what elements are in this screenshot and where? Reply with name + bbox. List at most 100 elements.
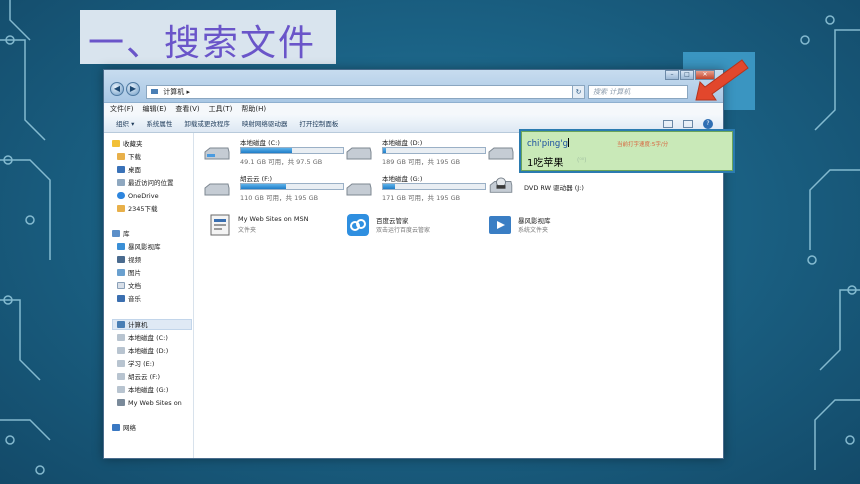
drive-icon — [117, 360, 125, 367]
menu-edit[interactable]: 编辑(E) — [143, 103, 167, 115]
nav-libraries[interactable]: 库 — [112, 229, 130, 240]
drive-icon — [117, 334, 125, 341]
nav-drive-d[interactable]: 本地磁盘 (D:) — [117, 346, 168, 357]
map-network-drive-button[interactable]: 映射网络驱动器 — [242, 115, 288, 132]
baidu-cloud-icon — [347, 214, 369, 236]
star-icon — [112, 140, 120, 147]
web-folder-icon — [117, 399, 125, 406]
address-bar[interactable]: 计算机 ▸ ▼ — [146, 85, 581, 99]
nav-onedrive[interactable]: OneDrive — [117, 191, 159, 202]
explorer-body: 收藏夹 下载 桌面 最近访问的位置 OneDrive 2345下载 库 暴风影视… — [104, 133, 723, 458]
dvd-drive-icon — [489, 177, 513, 193]
nav-pictures[interactable]: 图片 — [117, 268, 141, 279]
dvd-drive[interactable]: DVD RW 驱动器 (J:) — [488, 173, 628, 209]
baofeng-library-icon — [489, 216, 511, 234]
menu-tools[interactable]: 工具(T) — [209, 103, 233, 115]
baidu-cloud-entry[interactable]: 百度云管家 双击运行百度云管家 — [346, 213, 486, 241]
nav-2345-downloads[interactable]: 2345下载 — [117, 204, 158, 215]
navigation-pane: 收藏夹 下载 桌面 最近访问的位置 OneDrive 2345下载 库 暴风影视… — [104, 133, 194, 458]
entry-name: 暴风影视库 — [518, 217, 551, 225]
drive-f[interactable]: 胡云云 (F:) 110 GB 可用，共 195 GB — [204, 173, 344, 209]
title-bar: ◀ ▶ 计算机 ▸ ▼ ↻ 搜索 计算机 – □ ✕ — [104, 70, 723, 103]
organize-button[interactable]: 组织 ▾ — [116, 115, 134, 132]
menu-view[interactable]: 查看(V) — [175, 103, 199, 115]
folder-icon — [117, 153, 125, 160]
drive-usage-fill — [383, 184, 396, 189]
nav-recent-places[interactable]: 最近访问的位置 — [117, 178, 174, 189]
nav-drive-c[interactable]: 本地磁盘 (C:) — [117, 333, 168, 344]
baofeng-library-entry[interactable]: 暴风影视库 系统文件夹 — [488, 213, 628, 241]
content-pane: 本地磁盘 (C:) 49.1 GB 可用，共 97.5 GB 本地磁盘 (D:)… — [196, 133, 723, 458]
drive-usage-bar — [240, 147, 344, 154]
entry-name: My Web Sites on MSN — [238, 215, 309, 223]
desktop-icon — [117, 166, 125, 173]
menu-bar: 文件(F) 编辑(E) 查看(V) 工具(T) 帮助(H) — [104, 103, 723, 115]
network-icon — [112, 424, 120, 431]
drive-usage-fill — [241, 184, 286, 189]
ime-emoticon: (⁰⁰) — [577, 157, 587, 164]
drive-name: 本地磁盘 (G:) — [382, 175, 423, 183]
drive-usage-bar — [382, 183, 486, 190]
nav-drive-g[interactable]: 本地磁盘 (G:) — [117, 385, 168, 396]
nav-favorites[interactable]: 收藏夹 — [112, 139, 143, 150]
ime-composition: chi'ping'g — [527, 138, 570, 149]
my-web-sites-entry[interactable]: My Web Sites on MSN 文件夹 — [208, 213, 348, 241]
system-properties-button[interactable]: 系统属性 — [146, 115, 172, 132]
hard-drive-icon — [204, 147, 230, 160]
help-icon[interactable]: ? — [703, 119, 713, 129]
drive-g[interactable]: 本地磁盘 (G:) 171 GB 可用，共 195 GB — [346, 173, 486, 209]
cloud-icon — [117, 192, 125, 199]
open-control-panel-button[interactable]: 打开控制面板 — [299, 115, 338, 132]
nav-drive-f[interactable]: 胡云云 (F:) — [117, 372, 160, 383]
nav-drive-e[interactable]: 学习 (E:) — [117, 359, 154, 370]
drive-free-space: 171 GB 可用，共 195 GB — [382, 194, 461, 202]
music-icon — [117, 295, 125, 302]
recent-places-icon — [117, 179, 125, 186]
entry-subtitle: 系统文件夹 — [518, 227, 549, 234]
drive-free-space: 110 GB 可用，共 195 GB — [240, 194, 319, 202]
nav-baofeng-library[interactable]: 暴风影视库 — [117, 242, 161, 253]
preview-pane-icon[interactable] — [683, 120, 693, 128]
computer-icon — [151, 89, 158, 94]
nav-music[interactable]: 音乐 — [117, 294, 141, 305]
drive-icon — [117, 386, 125, 393]
search-input[interactable]: 搜索 计算机 — [588, 85, 688, 99]
ime-candidate-window: chi'ping'g 当前打字速度:5字/分 1吃苹果 (⁰⁰) — [521, 131, 733, 171]
text-caret — [568, 138, 570, 147]
slide-title-box: 一、搜索文件 — [80, 10, 336, 64]
forward-button[interactable]: ▶ — [126, 82, 140, 96]
uninstall-program-button[interactable]: 卸载或更改程序 — [184, 115, 230, 132]
nav-documents[interactable]: 文档 — [117, 281, 141, 292]
drive-free-space: 189 GB 可用，共 195 GB — [382, 158, 461, 166]
back-button[interactable]: ◀ — [110, 82, 124, 96]
entry-name: 百度云管家 — [376, 217, 409, 225]
red-arrow-icon — [695, 59, 749, 101]
drive-e-partial[interactable] — [488, 137, 518, 173]
nav-computer[interactable]: 计算机 — [112, 319, 192, 330]
ime-typing-speed: 当前打字速度:5字/分 — [617, 142, 669, 148]
nav-network[interactable]: 网络 — [112, 423, 136, 434]
drive-name: 本地磁盘 (C:) — [240, 139, 280, 147]
document-icon — [117, 282, 125, 289]
drive-usage-fill — [241, 148, 292, 153]
minimize-button[interactable]: – — [665, 70, 679, 80]
nav-downloads[interactable]: 下载 — [117, 152, 141, 163]
drive-free-space: 49.1 GB 可用，共 97.5 GB — [240, 158, 323, 166]
drive-c[interactable]: 本地磁盘 (C:) 49.1 GB 可用，共 97.5 GB — [204, 137, 344, 173]
menu-help[interactable]: 帮助(H) — [241, 103, 266, 115]
view-options-icon[interactable] — [663, 120, 673, 128]
explorer-window: ◀ ▶ 计算机 ▸ ▼ ↻ 搜索 计算机 – □ ✕ 文件(F) 编辑(E) 查… — [103, 69, 724, 459]
drive-usage-bar — [382, 147, 486, 154]
nav-desktop[interactable]: 桌面 — [117, 165, 141, 176]
menu-file[interactable]: 文件(F) — [110, 103, 134, 115]
nav-my-web-sites[interactable]: My Web Sites on — [117, 398, 182, 409]
dvd-drive-name: DVD RW 驱动器 (J:) — [524, 184, 584, 192]
nav-videos[interactable]: 视频 — [117, 255, 141, 266]
slide-title: 一、搜索文件 — [88, 23, 317, 64]
ime-candidate-1[interactable]: 1吃苹果 — [527, 154, 563, 169]
drive-usage-bar — [240, 183, 344, 190]
drive-d[interactable]: 本地磁盘 (D:) 189 GB 可用，共 195 GB — [346, 137, 486, 173]
folder-icon — [117, 205, 125, 212]
hard-drive-icon — [488, 147, 514, 160]
refresh-button[interactable]: ↻ — [572, 85, 585, 99]
